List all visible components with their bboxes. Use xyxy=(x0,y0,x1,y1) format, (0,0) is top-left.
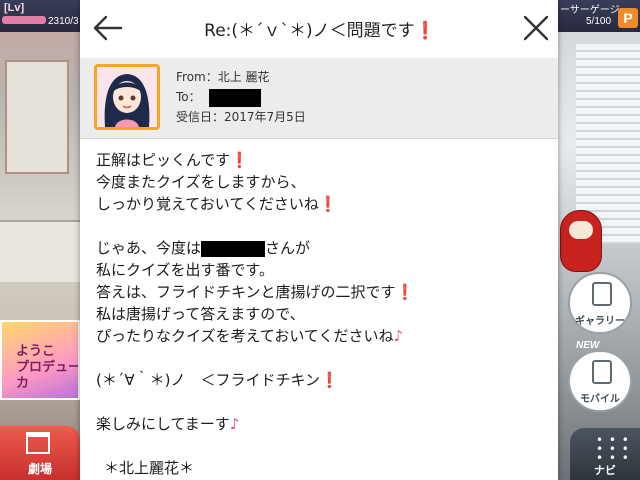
body-line: 楽しみにしてまーす♪ xyxy=(96,415,240,433)
body-line: 今度またクイズをしますから、 xyxy=(96,173,306,191)
redacted-recipient xyxy=(208,88,261,107)
received-date: 受信日：2017年7月5日 xyxy=(176,110,306,124)
to-label: To： xyxy=(176,90,201,104)
room-left-backdrop xyxy=(0,0,80,480)
level-gauge xyxy=(2,16,46,24)
exclamation-icon: ❗ xyxy=(318,195,338,213)
promo-text: ようこ プロデュー カ xyxy=(16,344,80,391)
navi-label: ナビ xyxy=(594,464,616,477)
gallery-icon xyxy=(592,282,612,306)
gauge-label: ーサーゲージ xyxy=(560,5,620,16)
room-window xyxy=(5,60,69,174)
mail-panel: Re:(＊´ｖ`＊)ノ＜問題です❗ From：北上 麗花 To： 受信日：201… xyxy=(80,0,558,480)
theater-icon xyxy=(26,432,50,454)
mail-subject-text: Re:(＊´ｖ`＊)ノ＜問題です xyxy=(204,21,415,41)
mobile-button[interactable]: モバイル xyxy=(568,350,632,412)
sender-avatar xyxy=(94,64,160,130)
p-badge-icon[interactable]: P xyxy=(618,8,638,28)
sender-info: From：北上 麗花 To： 受信日：2017年7月5日 xyxy=(80,58,558,139)
mail-subject: Re:(＊´ｖ`＊)ノ＜問題です❗ xyxy=(140,16,500,41)
exclamation-icon: ❗ xyxy=(414,21,436,41)
body-line: 私は唐揚げって答えますので、 xyxy=(96,305,305,323)
signature: ＊北上麗花＊ xyxy=(104,459,195,477)
close-icon[interactable] xyxy=(520,12,552,44)
theater-label: 劇場 xyxy=(27,462,52,476)
level-label: [Lv] xyxy=(4,2,25,14)
body-line: 正解はピッくんです❗ xyxy=(96,151,249,169)
producer-gauge-bar: ーサーゲージ 5/100 P xyxy=(558,0,640,32)
back-arrow-icon[interactable] xyxy=(92,12,124,44)
exclamation-icon: ❗ xyxy=(395,283,415,301)
body-line: 私にクイズを出す番です。 xyxy=(96,261,275,279)
promo-banner[interactable]: ようこ プロデュー カ xyxy=(0,320,80,400)
mail-header: Re:(＊´ｖ`＊)ノ＜問題です❗ xyxy=(80,0,558,59)
gauge-value: 5/100 xyxy=(586,16,612,27)
mobile-label: モバイル xyxy=(580,394,620,405)
body-line: 答えは、フライドチキンと唐揚げの二択です❗ xyxy=(96,283,415,301)
sender-from: From：北上 麗花 xyxy=(176,70,270,84)
room-shelf xyxy=(0,220,80,282)
daruma-doll xyxy=(560,210,602,272)
exclamation-icon: ❗ xyxy=(230,151,249,169)
body-line: (＊´∀｀＊)ノ ＜フライドチキン❗ xyxy=(96,371,339,389)
theater-button[interactable]: 劇場 xyxy=(0,426,80,480)
level-bar: [Lv] 2310/3 xyxy=(0,0,80,32)
grid-dots-icon: • • • • • • • • • xyxy=(596,433,630,465)
gallery-label: ギャラリー xyxy=(575,316,625,327)
music-note-icon: ♪ xyxy=(393,327,404,345)
navi-button[interactable]: • • • • • • • • • ナビ xyxy=(570,428,640,480)
body-line: じゃあ、今度は さんが xyxy=(96,239,311,257)
exclamation-icon: ❗ xyxy=(320,371,339,389)
body-line: ぴったりなクイズを考えておいてくださいね♪ xyxy=(96,327,404,345)
redacted-name xyxy=(201,240,266,257)
level-value: 2310/3 xyxy=(48,16,79,27)
gallery-button[interactable]: ギャラリー xyxy=(568,272,632,334)
mobile-phone-icon xyxy=(592,360,612,384)
body-line: しっかり覚えておいてくださいね❗ xyxy=(96,195,338,213)
mail-body: 正解はピッくんです❗ 今度またクイズをしますから、 しっかり覚えておいてください… xyxy=(80,139,558,480)
recipient-to: To： xyxy=(176,88,261,107)
music-note-icon: ♪ xyxy=(229,415,240,433)
